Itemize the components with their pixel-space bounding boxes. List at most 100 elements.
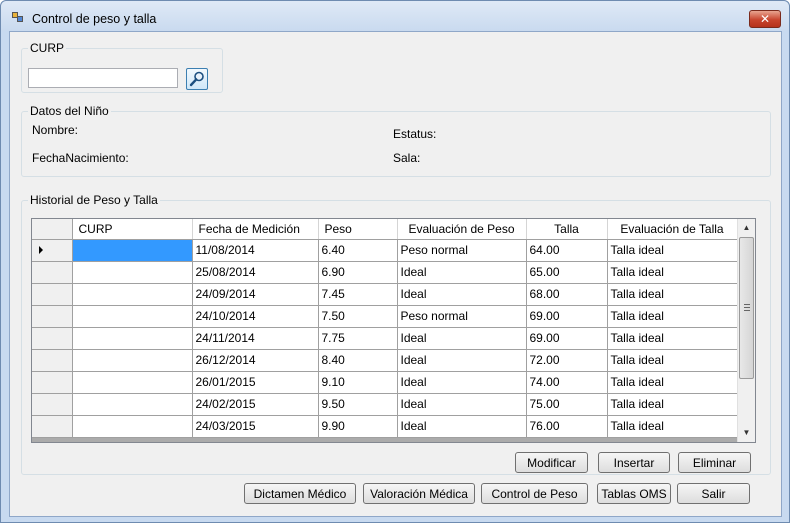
cell-fecha[interactable]: 26/01/2015 <box>192 371 319 394</box>
salir-button[interactable]: Salir <box>677 483 750 504</box>
modificar-button[interactable]: Modificar <box>515 452 588 473</box>
table-row[interactable]: 24/02/2015 9.50 Ideal 75.00 Talla ideal <box>32 393 738 416</box>
grid-vertical-scrollbar[interactable]: ▲ ▼ <box>737 219 755 442</box>
row-header[interactable] <box>32 327 73 350</box>
column-header-evaluacion-talla[interactable]: Evaluación de Talla <box>607 219 738 240</box>
cell-evaluacion-talla[interactable]: Talla ideal <box>607 239 738 262</box>
cell-evaluacion-talla[interactable]: Talla ideal <box>607 283 738 306</box>
curp-input[interactable] <box>28 68 178 88</box>
column-header-talla[interactable]: Talla <box>526 219 608 240</box>
cell-evaluacion-peso[interactable]: Ideal <box>397 415 527 438</box>
cell-peso[interactable]: 6.40 <box>318 239 398 262</box>
row-header[interactable] <box>32 349 73 372</box>
cell-fecha[interactable]: 24/10/2014 <box>192 305 319 328</box>
grid-corner-cell <box>32 219 73 240</box>
cell-talla[interactable]: 65.00 <box>526 261 608 284</box>
cell-evaluacion-peso[interactable]: Ideal <box>397 393 527 416</box>
column-header-peso[interactable]: Peso <box>318 219 398 240</box>
cell-peso[interactable]: 7.45 <box>318 283 398 306</box>
row-header[interactable] <box>32 393 73 416</box>
cell-talla[interactable]: 68.00 <box>526 283 608 306</box>
valoracion-medica-button[interactable]: Valoración Médica <box>363 483 475 504</box>
curp-group-legend: CURP <box>30 41 65 55</box>
cell-curp[interactable] <box>72 327 193 350</box>
form-client-area: CURP Datos del Niño Nombre: FechaNacimie… <box>9 31 782 517</box>
cell-fecha[interactable]: 11/08/2014 <box>192 239 319 262</box>
eliminar-button[interactable]: Eliminar <box>678 452 751 473</box>
control-peso-button[interactable]: Control de Peso <box>481 483 588 504</box>
cell-curp[interactable] <box>72 371 193 394</box>
cell-fecha[interactable]: 26/12/2014 <box>192 349 319 372</box>
scroll-up-icon[interactable]: ▲ <box>738 219 755 236</box>
table-row[interactable]: 25/08/2014 6.90 Ideal 65.00 Talla ideal <box>32 261 738 284</box>
table-row[interactable]: 24/11/2014 7.75 Ideal 69.00 Talla ideal <box>32 327 738 350</box>
cell-evaluacion-talla[interactable]: Talla ideal <box>607 327 738 350</box>
cell-peso[interactable]: 9.10 <box>318 371 398 394</box>
cell-evaluacion-peso[interactable]: Peso normal <box>397 305 527 328</box>
cell-peso[interactable]: 7.75 <box>318 327 398 350</box>
cell-peso[interactable]: 6.90 <box>318 261 398 284</box>
cell-curp[interactable] <box>72 305 193 328</box>
scroll-thumb[interactable] <box>739 237 754 379</box>
cell-evaluacion-peso[interactable]: Ideal <box>397 349 527 372</box>
cell-evaluacion-talla[interactable]: Talla ideal <box>607 393 738 416</box>
cell-talla[interactable]: 64.00 <box>526 239 608 262</box>
table-row[interactable]: 26/01/2015 9.10 Ideal 74.00 Talla ideal <box>32 371 738 394</box>
cell-evaluacion-talla[interactable]: Talla ideal <box>607 415 738 438</box>
row-header[interactable] <box>32 305 73 328</box>
table-row[interactable]: 24/03/2015 9.90 Ideal 76.00 Talla ideal <box>32 415 738 438</box>
column-header-evaluacion-peso[interactable]: Evaluación de Peso <box>397 219 527 240</box>
search-button[interactable] <box>186 68 208 90</box>
cell-evaluacion-peso[interactable]: Ideal <box>397 327 527 350</box>
scroll-down-icon[interactable]: ▼ <box>738 424 755 441</box>
close-button[interactable]: ✕ <box>749 10 781 28</box>
insertar-button[interactable]: Insertar <box>598 452 670 473</box>
table-row[interactable]: 26/12/2014 8.40 Ideal 72.00 Talla ideal <box>32 349 738 372</box>
cell-peso[interactable]: 7.50 <box>318 305 398 328</box>
table-row[interactable]: 11/08/2014 6.40 Peso normal 64.00 Talla idea… <box>32 239 738 262</box>
cell-peso[interactable]: 8.40 <box>318 349 398 372</box>
row-header[interactable] <box>32 415 73 438</box>
cell-curp[interactable] <box>72 349 193 372</box>
cell-talla[interactable]: 75.00 <box>526 393 608 416</box>
curp-group: CURP <box>21 41 223 93</box>
fecha-nacimiento-label: FechaNacimiento: <box>32 151 129 165</box>
row-header[interactable] <box>32 261 73 284</box>
row-header[interactable] <box>32 239 73 262</box>
cell-peso[interactable]: 9.50 <box>318 393 398 416</box>
cell-talla[interactable]: 69.00 <box>526 305 608 328</box>
cell-evaluacion-peso[interactable]: Ideal <box>397 261 527 284</box>
cell-fecha[interactable]: 25/08/2014 <box>192 261 319 284</box>
cell-curp[interactable] <box>72 283 193 306</box>
cell-peso[interactable]: 9.90 <box>318 415 398 438</box>
cell-evaluacion-talla[interactable]: Talla ideal <box>607 305 738 328</box>
cell-curp[interactable] <box>72 261 193 284</box>
cell-fecha[interactable]: 24/11/2014 <box>192 327 319 350</box>
cell-curp[interactable] <box>72 393 193 416</box>
cell-talla[interactable]: 69.00 <box>526 327 608 350</box>
row-header[interactable] <box>32 283 73 306</box>
cell-evaluacion-talla[interactable]: Talla ideal <box>607 261 738 284</box>
table-row[interactable]: 24/09/2014 7.45 Ideal 68.00 Talla ideal <box>32 283 738 306</box>
row-header[interactable] <box>32 371 73 394</box>
cell-fecha[interactable]: 24/02/2015 <box>192 393 319 416</box>
historial-grid[interactable]: CURP Fecha de Medición Peso Evaluación d… <box>31 218 756 443</box>
cell-evaluacion-peso[interactable]: Peso normal <box>397 239 527 262</box>
cell-fecha[interactable]: 24/09/2014 <box>192 283 319 306</box>
dictamen-medico-button[interactable]: Dictamen Médico <box>244 483 356 504</box>
cell-evaluacion-peso[interactable]: Ideal <box>397 283 527 306</box>
cell-curp[interactable] <box>72 239 193 262</box>
cell-evaluacion-talla[interactable]: Talla ideal <box>607 349 738 372</box>
cell-evaluacion-peso[interactable]: Ideal <box>397 371 527 394</box>
column-header-fecha[interactable]: Fecha de Medición <box>192 219 319 240</box>
tablas-oms-button[interactable]: Tablas OMS <box>597 483 671 504</box>
cell-curp[interactable] <box>72 415 193 438</box>
cell-talla[interactable]: 72.00 <box>526 349 608 372</box>
title-bar[interactable]: Control de peso y talla ✕ <box>1 1 789 31</box>
table-row[interactable]: 24/10/2014 7.50 Peso normal 69.00 Talla idea… <box>32 305 738 328</box>
cell-talla[interactable]: 74.00 <box>526 371 608 394</box>
cell-evaluacion-talla[interactable]: Talla ideal <box>607 371 738 394</box>
cell-fecha[interactable]: 24/03/2015 <box>192 415 319 438</box>
cell-talla[interactable]: 76.00 <box>526 415 608 438</box>
column-header-curp[interactable]: CURP <box>72 219 193 240</box>
